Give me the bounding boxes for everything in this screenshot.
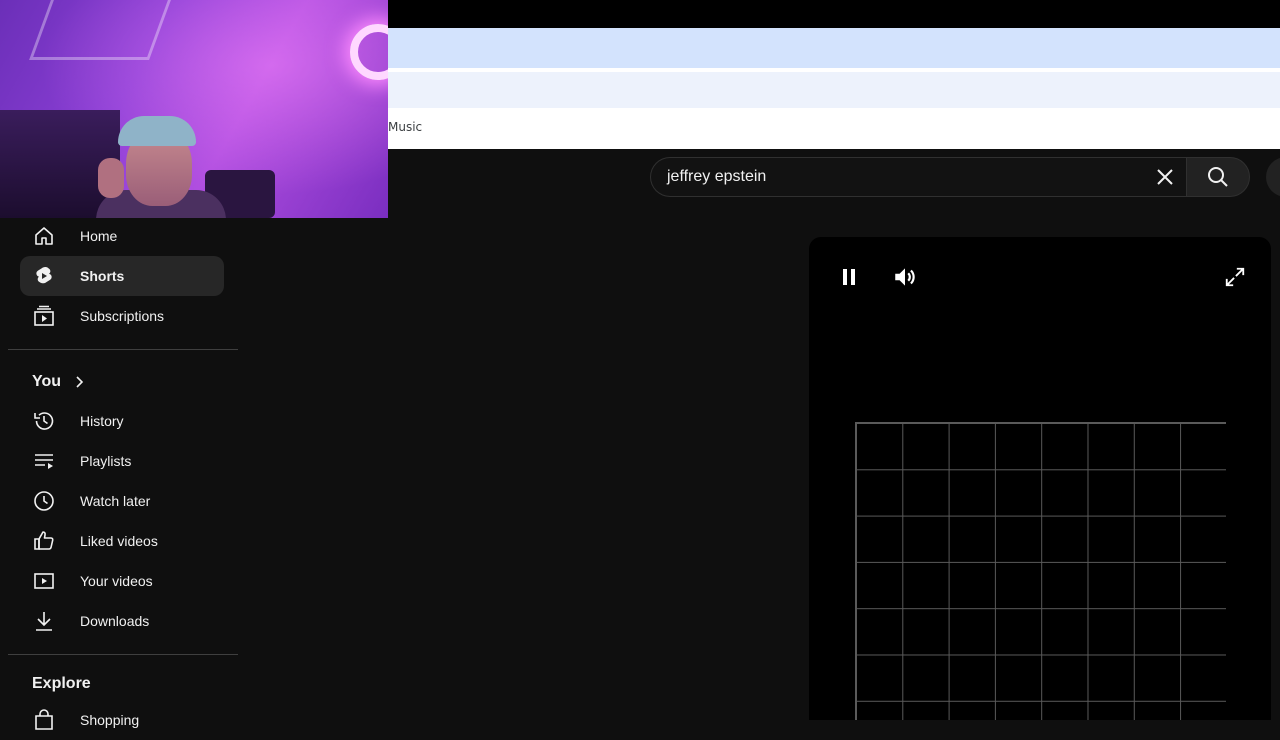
sidebar-item-label: Shopping (80, 712, 140, 728)
sidebar-item-label: Shorts (80, 268, 125, 284)
search-button[interactable] (1186, 157, 1250, 197)
webcam-person-hand (98, 158, 124, 198)
sidebar-item-label: Watch later (80, 493, 151, 509)
pause-icon (843, 269, 855, 285)
sidebar-divider (8, 654, 238, 655)
sidebar-item-watch-later[interactable]: Watch later (20, 481, 224, 521)
search-icon (1208, 167, 1228, 187)
shorts-player[interactable] (809, 237, 1271, 720)
download-icon (36, 612, 52, 631)
watch-later-icon (34, 491, 54, 511)
volume-button[interactable] (889, 261, 921, 293)
browser-address-bar[interactable] (388, 72, 1280, 108)
bookmarks-bar: Music (388, 108, 1280, 149)
sidebar-item-subscriptions[interactable]: Subscriptions (20, 296, 224, 336)
clear-search-button[interactable] (1145, 157, 1185, 197)
sidebar-item-label: History (80, 413, 124, 429)
sidebar-item-label: Playlists (80, 453, 132, 469)
volume-icon (895, 268, 915, 286)
your-videos-icon (34, 573, 54, 589)
section-title-explore: Explore (32, 675, 91, 692)
webcam-person-cap (118, 116, 196, 146)
chevron-right-icon (76, 376, 84, 388)
close-icon (1157, 169, 1173, 185)
sidebar-item-label: Subscriptions (80, 308, 165, 324)
history-icon (34, 412, 54, 430)
shorts-icon (36, 267, 52, 284)
webcam-overlay (0, 0, 388, 218)
bookmark-music[interactable]: Music (388, 120, 422, 134)
section-explore: Explore (32, 675, 91, 693)
sidebar: Home Shorts Subscriptions You History Pl… (8, 216, 238, 730)
shopping-icon (35, 709, 53, 730)
subscriptions-icon (34, 305, 54, 326)
home-icon (35, 227, 53, 245)
sidebar-item-shopping[interactable]: Shopping (20, 700, 224, 740)
sidebar-item-label: Downloads (80, 613, 150, 629)
section-title-you: You (32, 373, 62, 390)
search-input[interactable]: jeffrey epstein (667, 168, 1145, 186)
webcam-ceiling (29, 0, 171, 60)
sidebar-item-your-videos[interactable]: Your videos (20, 561, 224, 601)
sidebar-item-label: Home (80, 228, 118, 244)
sidebar-item-downloads[interactable]: Downloads (20, 601, 224, 641)
like-icon (34, 531, 54, 550)
section-you[interactable]: You (32, 373, 87, 391)
search-box[interactable]: jeffrey epstein (650, 157, 1187, 197)
sidebar-item-label: Liked videos (80, 533, 158, 549)
fullscreen-icon (1225, 267, 1245, 287)
browser-tab-bar[interactable] (388, 28, 1280, 68)
sidebar-divider (8, 349, 238, 350)
playlists-icon (35, 454, 53, 469)
sidebar-item-liked-videos[interactable]: Liked videos (20, 521, 224, 561)
sidebar-item-home[interactable]: Home (20, 216, 224, 256)
voice-search-button[interactable] (1266, 157, 1280, 197)
fullscreen-button[interactable] (1219, 261, 1251, 293)
pause-button[interactable] (833, 261, 865, 293)
video-grid-content (855, 422, 1226, 720)
sidebar-item-label: Your videos (80, 573, 153, 589)
sidebar-item-history[interactable]: History (20, 401, 224, 441)
sidebar-item-playlists[interactable]: Playlists (20, 441, 224, 481)
sidebar-item-shorts[interactable]: Shorts (20, 256, 224, 296)
